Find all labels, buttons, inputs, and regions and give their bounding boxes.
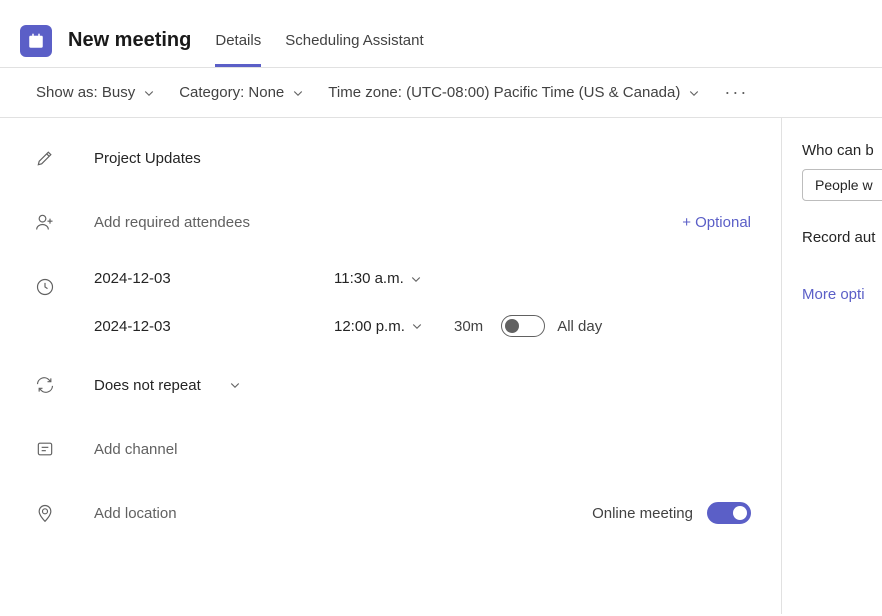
start-date-input[interactable]: 2024-12-03 (94, 270, 334, 287)
end-time-value: 12:00 p.m. (334, 318, 405, 335)
header: New meeting Details Scheduling Assistant (0, 0, 882, 68)
category-dropdown[interactable]: Category: None (179, 84, 304, 101)
meeting-form: Project Updates Add required attendees +… (0, 118, 782, 614)
page-title: New meeting (68, 29, 191, 52)
bypass-label: Who can b (802, 142, 882, 159)
clock-icon (34, 276, 56, 298)
bypass-dropdown[interactable]: People w (802, 169, 882, 201)
category-label: Category: None (179, 84, 284, 101)
chevron-down-icon (411, 320, 423, 332)
more-options-link[interactable]: More opti (802, 286, 882, 303)
channel-icon (34, 438, 56, 460)
title-row: Project Updates (34, 142, 751, 174)
location-icon (34, 502, 56, 524)
channel-row: Add channel (34, 433, 751, 465)
end-date-input[interactable]: 2024-12-03 (94, 318, 334, 335)
attendees-row: Add required attendees + Optional (34, 206, 751, 238)
show-as-label: Show as: Busy (36, 84, 135, 101)
end-time-dropdown[interactable]: 12:00 p.m. (334, 318, 444, 335)
repeat-icon (34, 374, 56, 396)
options-bar: Show as: Busy Category: None Time zone: … (0, 68, 882, 118)
chevron-down-icon (143, 87, 155, 99)
timezone-dropdown[interactable]: Time zone: (UTC-08:00) Pacific Time (US … (328, 84, 700, 101)
channel-input[interactable]: Add channel (94, 441, 177, 458)
record-auto-label: Record aut (802, 229, 882, 246)
meeting-title-input[interactable]: Project Updates (94, 150, 201, 167)
online-meeting-toggle[interactable] (707, 502, 751, 524)
time-grid: 2024-12-03 11:30 a.m. 2024-12-03 12:00 p… (94, 270, 751, 337)
timezone-label: Time zone: (UTC-08:00) Pacific Time (US … (328, 84, 680, 101)
chevron-down-icon (688, 87, 700, 99)
chevron-down-icon (229, 379, 241, 391)
recurrence-row: Does not repeat (34, 369, 751, 401)
recurrence-value: Does not repeat (94, 377, 201, 394)
add-optional-button[interactable]: + Optional (682, 214, 751, 231)
more-options-button[interactable]: ··· (724, 82, 748, 103)
tab-scheduling-assistant[interactable]: Scheduling Assistant (285, 14, 423, 67)
body: Project Updates Add required attendees +… (0, 118, 882, 614)
show-as-dropdown[interactable]: Show as: Busy (36, 84, 155, 101)
start-time-dropdown[interactable]: 11:30 a.m. (334, 270, 444, 287)
duration-label: 30m (454, 318, 483, 335)
attendees-icon (34, 211, 56, 233)
location-row: Add location Online meeting (34, 497, 751, 529)
chevron-down-icon (410, 273, 422, 285)
pencil-icon (34, 147, 56, 169)
start-time-value: 11:30 a.m. (334, 270, 404, 287)
online-meeting-label: Online meeting (592, 505, 693, 522)
calendar-app-icon (20, 25, 52, 57)
attendees-input[interactable]: Add required attendees (94, 214, 250, 231)
side-panel: Who can b People w Record aut More opti (782, 118, 882, 614)
datetime-row: 2024-12-03 11:30 a.m. 2024-12-03 12:00 p… (34, 270, 751, 337)
all-day-toggle[interactable] (501, 315, 545, 337)
chevron-down-icon (292, 87, 304, 99)
tab-details[interactable]: Details (215, 14, 261, 67)
recurrence-dropdown[interactable]: Does not repeat (94, 377, 241, 394)
tabs: Details Scheduling Assistant (215, 14, 423, 67)
all-day-label: All day (557, 318, 602, 335)
location-input[interactable]: Add location (94, 505, 177, 522)
